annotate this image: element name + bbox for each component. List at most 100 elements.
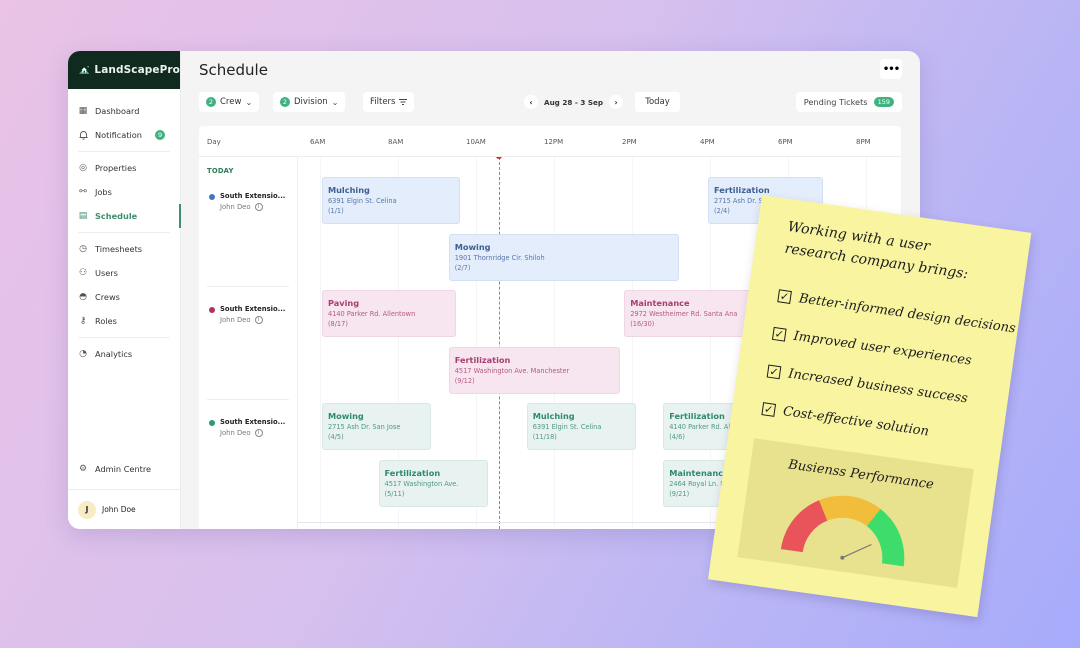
crew-row-label[interactable]: South Extensio... John Deo i	[209, 192, 285, 211]
division-filter-label: Division	[294, 97, 328, 107]
performance-gauge-panel: Busienss Performance	[737, 438, 974, 588]
schedule-event[interactable]: Mowing 1901 Thornridge Cir. Shiloh (2/7)	[448, 234, 679, 281]
next-week-button[interactable]: ›	[609, 95, 624, 109]
gauge-needle	[842, 543, 872, 559]
toolbar: 2 Crew ⌄ 2 Division ⌄ Filters ‹ Aug 28 -…	[199, 92, 902, 112]
chevron-down-icon: ⌄	[245, 97, 253, 107]
sidebar-item-label: Properties	[95, 163, 137, 173]
performance-gauge	[780, 495, 905, 567]
sidebar-item-label: Notification	[95, 130, 142, 140]
sidebar-item-label: Dashboard	[95, 106, 140, 116]
hour-gridline	[320, 157, 321, 529]
crew-row-label[interactable]: South Extensio... John Deo i	[209, 418, 285, 437]
sidebar-item-properties[interactable]: ◎ Properties	[68, 156, 180, 180]
sidebar-item-label: Admin Centre	[95, 464, 152, 474]
sidebar-item-label: Schedule	[95, 211, 138, 221]
nav-divider	[78, 337, 170, 338]
schedule-event[interactable]: Fertilization 4517 Washington Ave. Manche…	[448, 347, 621, 394]
crew-filter-label: Crew	[220, 97, 242, 107]
pending-tickets-button[interactable]: Pending Tickets 159	[795, 92, 902, 112]
crew-row-label[interactable]: South Extensio... John Deo i	[209, 305, 285, 324]
sidebar-item-schedule[interactable]: ▤ Schedule	[68, 204, 181, 228]
clock-icon: ◷	[79, 244, 87, 254]
date-range-label: Aug 28 - 3 Sep	[544, 97, 604, 107]
day-column-header: Day	[207, 138, 221, 146]
event-address: 4140 Parker Rd. Allentown	[327, 310, 416, 319]
sidebar-item-label: Roles	[95, 316, 117, 326]
today-button[interactable]: Today	[635, 92, 680, 112]
chevron-down-icon: ⌄	[331, 97, 339, 107]
page-title: Schedule	[199, 61, 268, 79]
sidebar-item-admin-centre[interactable]: ⚙ Admin Centre	[68, 457, 180, 481]
checkbox-checked-icon: ✓	[761, 401, 777, 417]
current-time-line	[499, 157, 501, 529]
schedule-event[interactable]: Mowing 2715 Ash Dr. San Jose (4/5)	[321, 403, 432, 450]
event-title: Fertilization	[384, 468, 441, 478]
note-item-text: Cost-effective solution	[782, 403, 930, 439]
info-icon[interactable]: i	[254, 203, 263, 211]
event-progress: (5/11)	[384, 490, 405, 499]
prev-week-button[interactable]: ‹	[524, 95, 538, 109]
pie-chart-icon: ◔	[79, 349, 87, 359]
schedule-event[interactable]: Maintenance 2972 Westheimer Rd. Santa Ana…	[624, 290, 761, 337]
crew-filter-dropdown[interactable]: 2 Crew ⌄	[199, 92, 260, 112]
event-address: 2972 Westheimer Rd. Santa Ana	[630, 310, 738, 319]
sidebar-item-jobs[interactable]: ⚯ Jobs	[68, 180, 180, 204]
crew-lead: John Deo i	[209, 316, 285, 324]
sidebar-item-analytics[interactable]: ◔ Analytics	[68, 342, 180, 366]
note-heading: Working with a user research company bri…	[783, 217, 972, 286]
event-title: Fertilization	[714, 185, 770, 195]
gauge-needle-hub	[840, 555, 845, 560]
hour-label: 12PM	[544, 138, 564, 146]
grid-icon: ▦	[78, 106, 88, 116]
event-progress: (4/5)	[327, 433, 344, 442]
crew-lead-name: John Deo	[220, 429, 251, 437]
date-navigator: ‹ Aug 28 - 3 Sep ›	[524, 92, 624, 112]
gear-icon: ⚙	[78, 464, 88, 474]
sidebar-item-crews[interactable]: ◓ Crews	[68, 285, 180, 309]
hour-label: 2PM	[622, 138, 637, 146]
route-icon: ⚯	[79, 187, 87, 197]
bell-icon	[78, 130, 88, 140]
sidebar-item-label: Timesheets	[95, 244, 143, 254]
sidebar-item-users[interactable]: ⚇ Users	[68, 261, 180, 285]
event-title: Mowing	[454, 242, 491, 252]
crew-name: South Extensio...	[220, 418, 286, 426]
crew-color-dot	[209, 307, 215, 313]
crew-name: South Extensio...	[220, 192, 286, 200]
crew-column: TODAY South Extensio... John Deo i South Ex…	[199, 157, 298, 529]
more-options-button[interactable]: •••	[880, 59, 902, 79]
sidebar-item-dashboard[interactable]: ▦ Dashboard	[68, 99, 180, 123]
schedule-event[interactable]: Paving 4140 Parker Rd. Allentown (8/17)	[321, 290, 457, 337]
division-filter-dropdown[interactable]: 2 Division ⌄	[273, 92, 346, 112]
sidebar-item-timesheets[interactable]: ◷ Timesheets	[68, 237, 180, 261]
sidebar-item-notification[interactable]: Notification 9	[68, 123, 180, 147]
current-time-marker	[496, 157, 503, 159]
key-icon: ⚷	[79, 316, 87, 326]
info-icon[interactable]: i	[254, 316, 263, 324]
info-icon[interactable]: i	[254, 429, 263, 437]
crew-divider	[207, 399, 289, 400]
note-checklist: ✓ Better-informed design decisions ✓ Imp…	[760, 276, 1019, 460]
hour-gridline	[632, 157, 633, 529]
schedule-event[interactable]: Mulching 6391 Elgin St. Celina (1/1)	[321, 177, 461, 224]
brand-header[interactable]: LandScapePro	[68, 51, 180, 89]
schedule-event[interactable]: Mulching 6391 Elgin St. Celina (11/18)	[526, 403, 636, 450]
event-progress: (16/30)	[630, 320, 655, 329]
hour-label: 10AM	[466, 138, 486, 146]
hardhat-icon: ◓	[79, 292, 87, 302]
schedule-event[interactable]: Fertilization 4517 Washington Ave. (5/11)	[378, 460, 488, 507]
users-icon: ⚇	[78, 268, 88, 278]
sidebar-item-roles[interactable]: ⚷ Roles	[68, 309, 180, 333]
event-address: 1901 Thornridge Cir. Shiloh	[454, 254, 545, 263]
filter-lines-icon	[399, 99, 408, 105]
avatar: J	[78, 500, 96, 519]
ellipsis-icon: •••	[882, 63, 900, 75]
sticky-note: Working with a user research company bri…	[708, 195, 1032, 618]
event-title: Paving	[327, 298, 360, 308]
crew-lead-name: John Deo	[220, 203, 251, 211]
filters-button[interactable]: Filters	[363, 92, 415, 112]
user-profile[interactable]: J John Doe	[68, 489, 180, 529]
event-address: 2715 Ash Dr. San Jose	[327, 423, 401, 432]
user-name: John Doe	[102, 505, 136, 514]
